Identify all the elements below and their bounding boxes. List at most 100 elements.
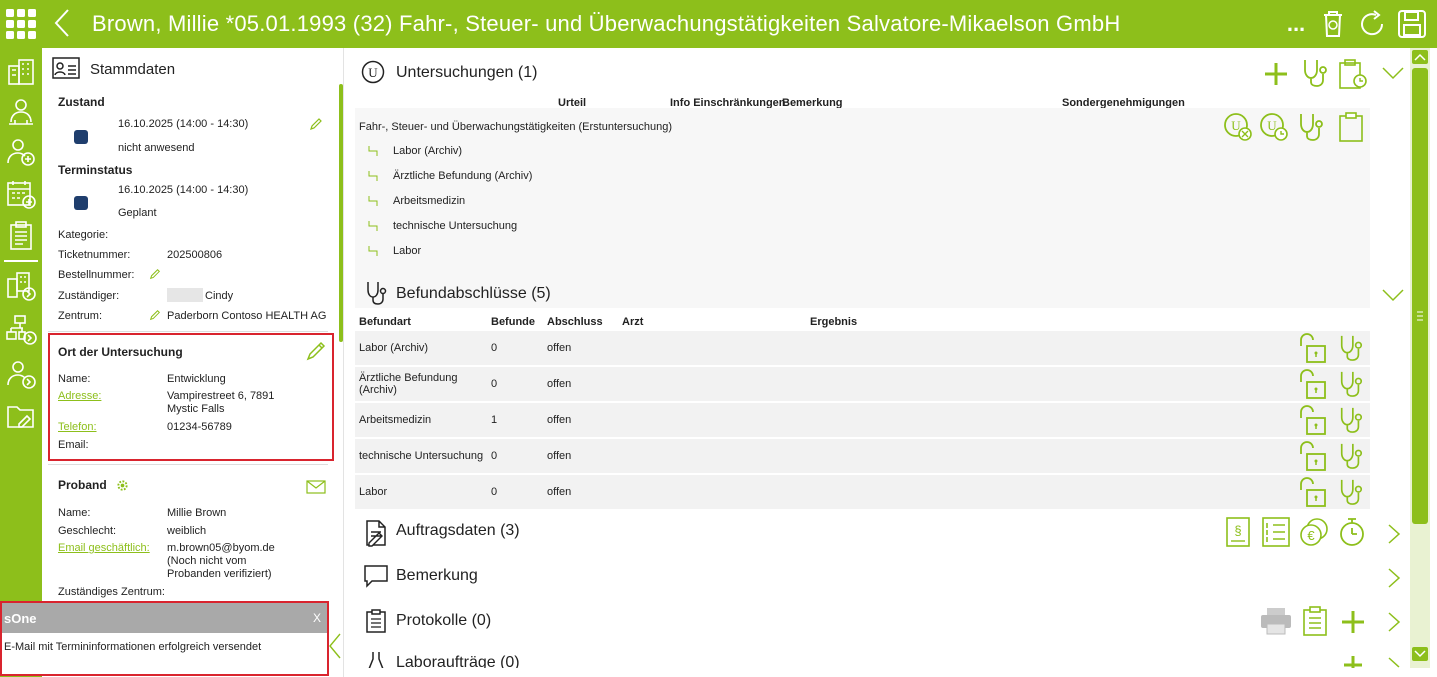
svg-text:U: U (368, 65, 378, 80)
building-icon[interactable] (5, 56, 37, 88)
chevron-right-icon[interactable] (1387, 656, 1401, 668)
zentrum-value: Paderborn Contoso HEALTH AG (167, 310, 327, 322)
person-network-icon[interactable] (5, 96, 37, 128)
chevron-down-icon[interactable] (1381, 288, 1405, 302)
toast-close-button[interactable]: X (313, 611, 321, 625)
befund-abschluss: offen (547, 414, 572, 426)
geschlecht-label: Geschlecht: (58, 525, 117, 537)
paragraph-document-icon[interactable]: § (1225, 516, 1251, 548)
save-icon[interactable] (1395, 7, 1429, 41)
befund-art: technische Untersuchung (359, 450, 484, 462)
befund-title: Befundabschlüsse (5) (396, 285, 551, 302)
edit-pencil-icon[interactable] (149, 268, 161, 280)
befund-row[interactable] (355, 331, 1370, 365)
stethoscope-icon[interactable] (1338, 441, 1364, 471)
befund-abschluss: offen (547, 378, 572, 390)
email-geschaeftlich-link[interactable]: Email geschäftlich: (58, 542, 150, 554)
coins-euro-icon[interactable]: € (1299, 517, 1329, 547)
printer-icon[interactable] (1259, 606, 1293, 636)
email-note-line1: (Noch nicht vom (167, 555, 247, 567)
sidebar-scrollbar[interactable] (339, 84, 343, 342)
untersuchung-item[interactable]: Labor (Archiv) (393, 145, 462, 157)
settings-gear-icon[interactable] (116, 479, 129, 492)
refresh-icon[interactable] (1355, 7, 1389, 41)
recycle-bin-icon[interactable] (1318, 7, 1348, 41)
proband-name-value: Millie Brown (167, 507, 227, 519)
zustand-time: 16.10.2025 (14:00 - 14:30) (118, 118, 249, 130)
befund-row[interactable] (355, 475, 1370, 509)
calendar-add-icon[interactable] (5, 178, 37, 210)
untersuchung-item[interactable]: Ärztliche Befundung (Archiv) (393, 170, 532, 182)
page-title: Brown, Millie *05.01.1993 (32) Fahr-, St… (92, 11, 1121, 36)
org-chart-go-icon[interactable] (5, 314, 37, 346)
sub-item-icon (368, 196, 378, 206)
chevron-down-icon[interactable] (1381, 66, 1405, 80)
more-button[interactable]: ... (1276, 7, 1316, 41)
unlock-icon[interactable] (1297, 332, 1329, 364)
person-go-icon[interactable] (5, 358, 37, 390)
header-arzt: Arzt (622, 316, 644, 328)
title-bar: Brown, Millie *05.01.1993 (32) Fahr-, St… (0, 0, 1437, 48)
stethoscope-icon[interactable] (1338, 333, 1364, 363)
scroll-up-arrow-icon[interactable] (1412, 50, 1428, 64)
clipboard-clock-icon[interactable] (1338, 58, 1368, 90)
apps-grid-icon[interactable] (6, 9, 36, 39)
scroll-down-arrow-icon[interactable] (1412, 647, 1428, 661)
befund-row[interactable] (355, 367, 1370, 401)
chevron-right-icon[interactable] (1387, 523, 1401, 545)
terminstatus-status: Geplant (118, 207, 157, 219)
mail-icon[interactable] (306, 480, 326, 494)
comment-icon (364, 565, 388, 588)
collapse-panel-icon[interactable] (328, 632, 342, 660)
id-card-icon (52, 57, 80, 79)
untersuchung-item[interactable]: Labor (393, 245, 421, 257)
untersuchung-item[interactable]: Arbeitsmedizin (393, 195, 465, 207)
back-arrow-icon[interactable] (52, 8, 72, 38)
main-content: U Untersuchungen (1) Urteil Info Einschr… (345, 48, 1408, 668)
edit-pencil-icon[interactable] (309, 117, 323, 131)
clipboard-icon[interactable] (1338, 112, 1364, 142)
stethoscope-icon[interactable] (1338, 477, 1364, 507)
stethoscope-icon[interactable] (1338, 405, 1364, 435)
zustaendiges-zentrum-label: Zuständiges Zentrum: (58, 586, 165, 598)
terminstatus-time: 16.10.2025 (14:00 - 14:30) (118, 184, 249, 196)
stethoscope-icon[interactable] (1301, 58, 1329, 88)
befund-row[interactable] (355, 403, 1370, 437)
stethoscope-icon[interactable] (1338, 369, 1364, 399)
befund-art: Ärztliche Befundung (359, 372, 458, 384)
unlock-icon[interactable] (1297, 476, 1329, 508)
untersuchung-u-icon: U (361, 60, 385, 84)
clipboard-list-icon[interactable] (1302, 606, 1328, 636)
stopwatch-icon[interactable] (1338, 516, 1366, 548)
toast-header: sOne X (2, 603, 327, 633)
add-icon[interactable] (1263, 61, 1289, 87)
untersuchung-group (355, 108, 1370, 308)
stethoscope-icon[interactable] (1297, 112, 1325, 142)
sub-item-icon (368, 221, 378, 231)
judgment-clock-icon[interactable]: U (1259, 112, 1289, 142)
clipboard-list-icon[interactable] (5, 220, 37, 252)
chevron-right-icon[interactable] (1387, 567, 1401, 589)
sub-item-icon (368, 146, 378, 156)
email-note-line2: Probanden verifiziert) (167, 568, 272, 580)
document-sign-icon (366, 520, 386, 547)
auftrag-title: Auftragsdaten (3) (396, 522, 520, 539)
panel-title: Stammdaten (90, 61, 176, 78)
numbered-list-icon[interactable] (1261, 516, 1291, 548)
unlock-icon[interactable] (1297, 368, 1329, 400)
person-add-icon[interactable] (5, 136, 37, 168)
chevron-right-icon[interactable] (1387, 611, 1401, 633)
edit-pencil-icon[interactable] (149, 309, 161, 321)
add-icon[interactable] (1340, 609, 1366, 635)
folder-edit-icon[interactable] (5, 400, 37, 432)
scroll-thumb[interactable] (1412, 68, 1428, 524)
befund-row[interactable] (355, 439, 1370, 473)
untersuchung-item[interactable]: technische Untersuchung (393, 220, 517, 232)
judgment-cancel-icon[interactable]: U (1223, 112, 1253, 142)
unlock-icon[interactable] (1297, 440, 1329, 472)
untersuchung-group-title: Fahr-, Steuer- und Überwachungstätigkeit… (359, 121, 673, 133)
unlock-icon[interactable] (1297, 404, 1329, 436)
main-scrollbar[interactable] (1410, 48, 1430, 668)
add-icon[interactable] (1342, 654, 1364, 668)
building-go-icon[interactable] (5, 270, 37, 302)
